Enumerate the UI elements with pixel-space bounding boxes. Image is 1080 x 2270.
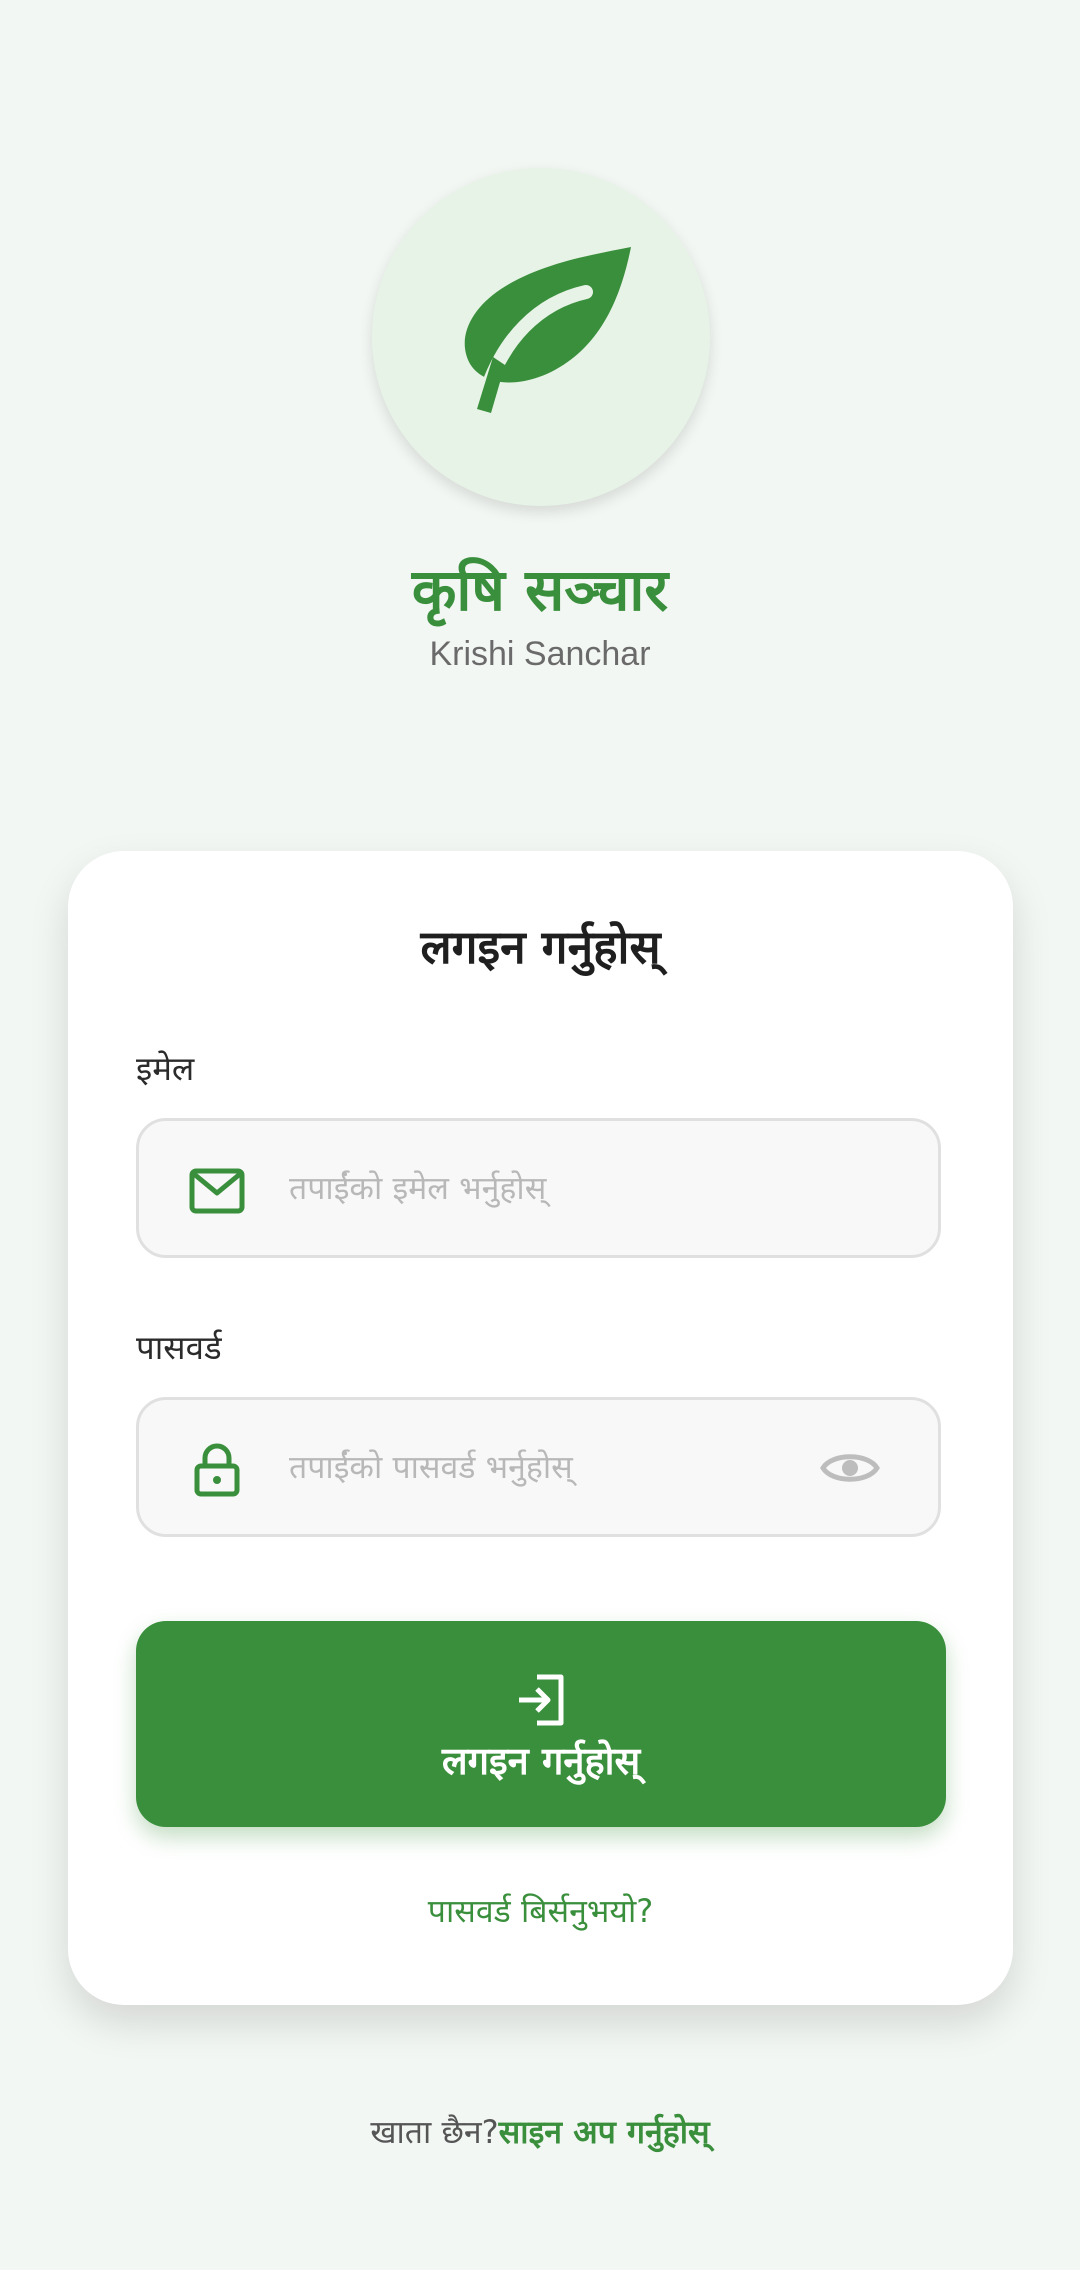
mail-icon bbox=[189, 1168, 245, 1214]
login-card: लगइन गर्नुहोस् इमेल पासवर्ड लगइन गर्नुहो… bbox=[68, 851, 1013, 2005]
login-button[interactable]: लगइन गर्नुहोस् bbox=[136, 1621, 946, 1827]
password-label: पासवर्ड bbox=[136, 1328, 222, 1367]
signup-prompt: खाता छैन? bbox=[370, 2113, 499, 2151]
app-title: कृषि सञ्चार bbox=[411, 556, 669, 624]
eye-icon[interactable] bbox=[820, 1445, 880, 1491]
password-field[interactable] bbox=[136, 1397, 941, 1537]
login-button-label: लगइन गर्नुहोस् bbox=[441, 1739, 641, 1783]
login-icon bbox=[519, 1674, 564, 1726]
forgot-password-link[interactable]: पासवर्ड बिर्सनुभयो? bbox=[68, 1889, 1013, 1933]
login-title: लगइन गर्नुहोस् bbox=[420, 920, 661, 974]
email-label: इमेल bbox=[136, 1049, 195, 1088]
password-input[interactable] bbox=[289, 1400, 769, 1534]
leaf-icon bbox=[464, 247, 631, 413]
lock-icon bbox=[194, 1443, 240, 1497]
email-input[interactable] bbox=[289, 1121, 769, 1255]
signup-row: खाता छैन?साइन अप गर्नुहोस् bbox=[0, 2110, 1080, 2154]
signup-link[interactable]: साइन अप गर्नुहोस् bbox=[499, 2113, 710, 2151]
email-field[interactable] bbox=[136, 1118, 941, 1258]
app-subtitle: Krishi Sanchar bbox=[429, 635, 651, 673]
app-logo bbox=[372, 168, 710, 506]
